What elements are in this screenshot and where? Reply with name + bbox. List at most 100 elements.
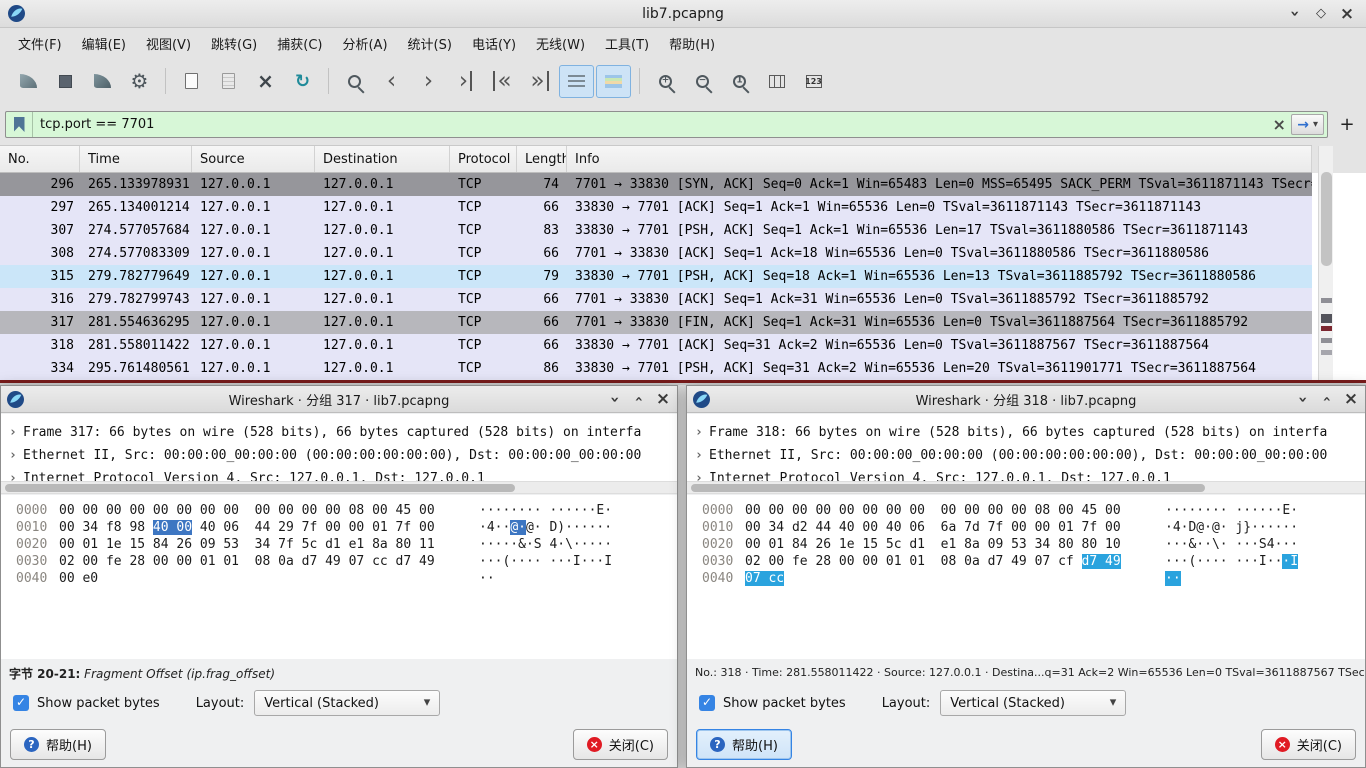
auto-scroll-button[interactable] [559, 65, 594, 98]
find-packet-button[interactable] [337, 65, 372, 98]
restart-capture-button[interactable] [85, 65, 120, 98]
filter-dropdown-icon[interactable]: ▾ [1313, 119, 1318, 130]
hex-row[interactable]: 000000 00 00 00 00 00 00 00 00 00 00 00 … [16, 502, 677, 519]
menu-item[interactable]: 统计(S) [398, 30, 462, 57]
help-button[interactable]: 帮助(H) [696, 729, 792, 760]
open-file-button[interactable] [174, 65, 209, 98]
go-first-packet-button[interactable]: « [485, 65, 520, 98]
capture-options-button[interactable]: ⚙ [122, 65, 157, 98]
hex-row[interactable]: 000000 00 00 00 00 00 00 00 00 00 00 00 … [702, 502, 1365, 519]
show-packet-bytes-checkbox[interactable] [699, 695, 715, 711]
shade-icon[interactable] [603, 389, 627, 409]
expand-arrow-icon[interactable] [695, 444, 703, 467]
close-icon[interactable] [651, 389, 675, 409]
resize-columns-button[interactable] [759, 65, 794, 98]
filter-clear-icon[interactable]: × [1267, 115, 1291, 134]
filter-input[interactable]: tcp.port == 7701 × → ▾ [5, 111, 1328, 138]
scrollbar-thumb[interactable] [1321, 172, 1332, 266]
expand-arrow-icon[interactable] [9, 421, 17, 444]
expand-arrow-icon[interactable] [695, 421, 703, 444]
close-button[interactable]: 关闭(C) [573, 729, 668, 760]
menu-item[interactable]: 文件(F) [8, 30, 72, 57]
hex-row[interactable]: 001000 34 f8 98 40 00 40 06 44 29 7f 00 … [16, 519, 677, 536]
minimize-icon[interactable] [1282, 3, 1308, 25]
menu-item[interactable]: 工具(T) [595, 30, 659, 57]
expand-arrow-icon[interactable] [695, 467, 703, 481]
layout-select[interactable]: Vertical (Stacked) [254, 690, 440, 716]
packet-row[interactable]: 318281.558011422127.0.0.1127.0.0.1TCP663… [0, 334, 1312, 357]
maximize-icon[interactable] [1315, 389, 1339, 409]
menu-item[interactable]: 跳转(G) [201, 30, 267, 57]
go-to-packet-button[interactable]: › [448, 65, 483, 98]
hex-row[interactable]: 002000 01 84 26 1e 15 5c d1 e1 8a 09 53 … [702, 536, 1365, 553]
zoom-out-button[interactable]: − [685, 65, 720, 98]
column-header[interactable]: Time [80, 146, 192, 172]
scrollbar-thumb[interactable] [691, 484, 1205, 492]
reload-file-button[interactable]: ↻ [285, 65, 320, 98]
filter-bookmark-icon[interactable] [6, 112, 33, 137]
tree-row[interactable]: Internet Protocol Version 4, Src: 127.0.… [687, 467, 1365, 481]
filter-text[interactable]: tcp.port == 7701 [33, 117, 1267, 132]
colorize-packets-button[interactable] [596, 65, 631, 98]
packet-row[interactable]: 334295.761480561127.0.0.1127.0.0.1TCP863… [0, 357, 1312, 380]
start-capture-button[interactable] [11, 65, 46, 98]
packet-row[interactable]: 315279.782779649127.0.0.1127.0.0.1TCP793… [0, 265, 1312, 288]
hex-row[interactable]: 002000 01 1e 15 84 26 09 53 34 7f 5c d1 … [16, 536, 677, 553]
hex-row[interactable]: 003002 00 fe 28 00 00 01 01 08 0a d7 49 … [16, 553, 677, 570]
layout-select[interactable]: Vertical (Stacked) [940, 690, 1126, 716]
filter-add-button[interactable]: + [1333, 111, 1361, 138]
hex-row[interactable]: 004000 e0·· [16, 570, 677, 587]
menu-item[interactable]: 编辑(E) [72, 30, 136, 57]
horizontal-scrollbar[interactable] [1, 481, 677, 494]
column-header[interactable]: Info [567, 146, 1312, 172]
close-icon[interactable] [1339, 389, 1363, 409]
filter-apply-button[interactable]: → ▾ [1291, 114, 1324, 135]
hex-row[interactable]: 001000 34 d2 44 40 00 40 06 6a 7d 7f 00 … [702, 519, 1365, 536]
go-forward-button[interactable]: › [411, 65, 446, 98]
horizontal-scrollbar[interactable] [687, 481, 1365, 494]
hex-row[interactable]: 003002 00 fe 28 00 00 01 01 08 0a d7 49 … [702, 553, 1365, 570]
stop-capture-button[interactable] [48, 65, 83, 98]
help-button[interactable]: 帮助(H) [10, 729, 106, 760]
hex-row[interactable]: 004007 cc·· [702, 570, 1365, 587]
tree-row[interactable]: Ethernet II, Src: 00:00:00_00:00:00 (00:… [1, 444, 677, 467]
tree-row[interactable]: Ethernet II, Src: 00:00:00_00:00:00 (00:… [687, 444, 1365, 467]
zoom-100-button[interactable]: 1 [722, 65, 757, 98]
expand-arrow-icon[interactable] [9, 444, 17, 467]
menu-item[interactable]: 捕获(C) [267, 30, 332, 57]
packet-row[interactable]: 316279.782799743127.0.0.1127.0.0.1TCP667… [0, 288, 1312, 311]
column-header[interactable]: Source [192, 146, 315, 172]
close-icon[interactable] [1334, 3, 1360, 25]
packet-row[interactable]: 296265.133978931127.0.0.1127.0.0.1TCP747… [0, 173, 1312, 196]
column-header[interactable]: No. [0, 146, 80, 172]
menu-item[interactable]: 视图(V) [136, 30, 201, 57]
packet-row[interactable]: 308274.577083309127.0.0.1127.0.0.1TCP667… [0, 242, 1312, 265]
tree-row[interactable]: Frame 318: 66 bytes on wire (528 bits), … [687, 421, 1365, 444]
column-header[interactable]: Destination [315, 146, 450, 172]
column-layout-button[interactable]: 123 [796, 65, 831, 98]
shade-icon[interactable] [1291, 389, 1315, 409]
column-header[interactable]: Protocol [450, 146, 517, 172]
menu-item[interactable]: 电话(Y) [462, 30, 526, 57]
menu-item[interactable]: 分析(A) [332, 30, 397, 57]
packet-row[interactable]: 297265.134001214127.0.0.1127.0.0.1TCP663… [0, 196, 1312, 219]
save-file-button[interactable] [211, 65, 246, 98]
packet-row[interactable]: 307274.577057684127.0.0.1127.0.0.1TCP833… [0, 219, 1312, 242]
close-file-button[interactable]: × [248, 65, 283, 98]
packet-row[interactable]: 317281.554636295127.0.0.1127.0.0.1TCP667… [0, 311, 1312, 334]
show-packet-bytes-checkbox[interactable] [13, 695, 29, 711]
zoom-in-button[interactable]: + [648, 65, 683, 98]
packet-list-scrollbar[interactable] [1318, 146, 1333, 380]
column-header[interactable]: Length [517, 146, 567, 172]
go-last-packet-button[interactable]: » [522, 65, 557, 98]
expand-arrow-icon[interactable] [9, 467, 17, 481]
maximize-icon[interactable] [1308, 3, 1334, 25]
maximize-icon[interactable] [627, 389, 651, 409]
go-back-button[interactable]: ‹ [374, 65, 409, 98]
tree-row[interactable]: Internet Protocol Version 4, Src: 127.0.… [1, 467, 677, 481]
scrollbar-thumb[interactable] [5, 484, 515, 492]
tree-row[interactable]: Frame 317: 66 bytes on wire (528 bits), … [1, 421, 677, 444]
menu-item[interactable]: 帮助(H) [659, 30, 725, 57]
menu-item[interactable]: 无线(W) [526, 30, 595, 57]
close-button[interactable]: 关闭(C) [1261, 729, 1356, 760]
